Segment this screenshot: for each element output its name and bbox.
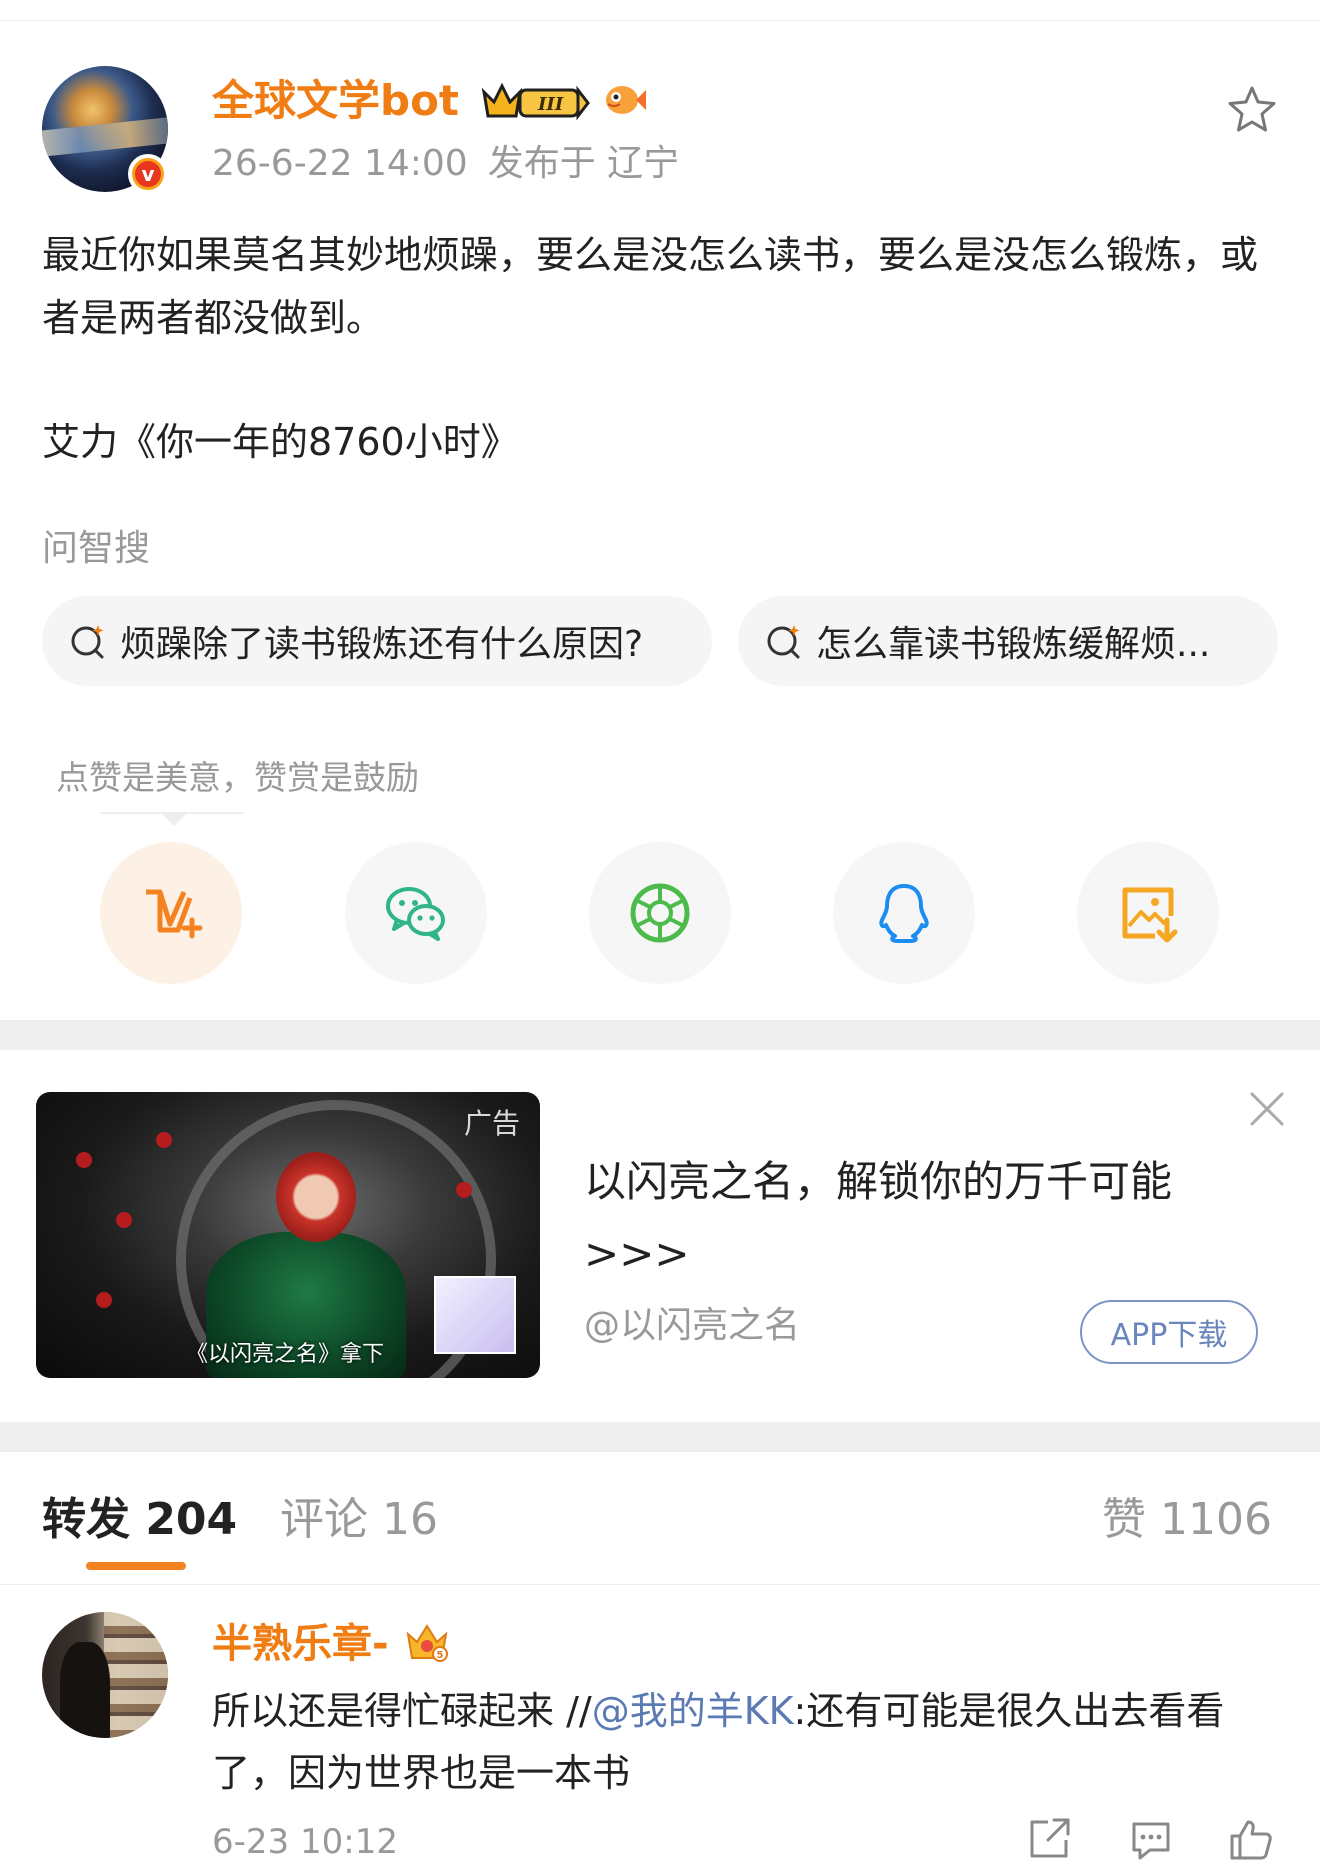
star-icon[interactable] <box>1226 84 1278 134</box>
ask-label: 问智搜 <box>42 528 151 569</box>
tab-comment[interactable]: 评论 16 <box>280 1494 438 1546</box>
ai-search-icon <box>767 625 800 659</box>
ad-account[interactable]: @以闪亮之名 <box>584 1304 800 1348</box>
share-moments-button[interactable] <box>589 842 731 984</box>
svg-text:5: 5 <box>437 1650 444 1661</box>
repost-avatar[interactable] <box>42 1612 168 1738</box>
section-separator <box>0 1020 1320 1050</box>
ask-chip-label: 烦躁除了读书锻炼还有什么原因? <box>120 624 644 665</box>
post-username[interactable]: 全球文学bot <box>212 76 459 126</box>
share-qq-button[interactable] <box>833 842 975 984</box>
ad-thumbnail <box>434 1276 516 1354</box>
verified-badge-icon: v <box>128 154 168 194</box>
ad-caption: 《以闪亮之名》拿下 <box>186 1342 385 1367</box>
ai-search-icon <box>71 625 104 659</box>
repost-username[interactable]: 半熟乐章- <box>212 1620 389 1668</box>
reward-icon <box>146 889 203 939</box>
ask-chip[interactable]: 烦躁除了读书锻炼还有什么原因? <box>42 596 712 686</box>
reward-tip: 点赞是美意，赞赏是鼓励 <box>56 758 419 797</box>
post-meta: 26-6-22 14:00 发布于 辽宁 <box>212 142 679 186</box>
reward-button[interactable] <box>100 842 242 984</box>
comment-icon[interactable] <box>1128 1816 1174 1862</box>
qq-icon <box>879 884 929 943</box>
close-icon[interactable] <box>1248 1090 1286 1128</box>
repost-text: 所以还是得忙碌起来 //@我的羊KK:还有可能是很久出去看看了，因为世界也是一本… <box>212 1680 1272 1804</box>
vip-crown-icon: III <box>481 82 590 121</box>
ad-image[interactable]: 广告 《以闪亮之名》拿下 <box>36 1092 540 1378</box>
tab-repost[interactable]: 转发 204 <box>42 1494 237 1546</box>
ask-chip-label: 怎么靠读书锻炼缓解烦... <box>816 624 1211 665</box>
section-separator <box>0 1422 1320 1452</box>
share-wechat-button[interactable] <box>345 842 487 984</box>
app-download-button[interactable]: APP下载 <box>1080 1300 1258 1364</box>
save-image-button[interactable] <box>1077 842 1219 984</box>
svg-text:III: III <box>537 94 564 115</box>
tab-like[interactable]: 赞 1106 <box>1102 1494 1272 1546</box>
crown-badge-icon: 5 <box>406 1624 448 1662</box>
post-quote: 艾力《你一年的8760小时》 <box>42 420 519 464</box>
like-icon[interactable] <box>1228 1816 1274 1862</box>
tab-divider <box>0 1584 1320 1585</box>
tab-active-indicator <box>86 1562 186 1570</box>
moments-icon <box>630 883 690 943</box>
post-timestamp: 26-6-22 14:00 <box>212 143 468 184</box>
mention-link[interactable]: @我的羊KK <box>592 1689 794 1733</box>
fish-icon <box>606 86 646 114</box>
ad-title[interactable]: 以闪亮之名，解锁你的万千可能 >>> <box>584 1146 1224 1290</box>
repost-time: 6-23 10:12 <box>212 1822 398 1862</box>
ask-chip[interactable]: 怎么靠读书锻炼缓解烦... <box>738 596 1278 686</box>
repost-text-prefix: 所以还是得忙碌起来 // <box>212 1689 592 1733</box>
save-image-icon <box>1122 887 1178 943</box>
tip-caret <box>160 812 188 826</box>
post-location: 发布于 辽宁 <box>487 143 680 184</box>
post-body: 最近你如果莫名其妙地烦躁，要么是没怎么读书，要么是没怎么锻炼，或者是两者都没做到… <box>42 233 1259 340</box>
ad-tag: 广告 <box>463 1107 520 1140</box>
share-icon[interactable] <box>1026 1816 1072 1862</box>
top-divider <box>0 20 1320 21</box>
wechat-icon <box>386 887 445 941</box>
